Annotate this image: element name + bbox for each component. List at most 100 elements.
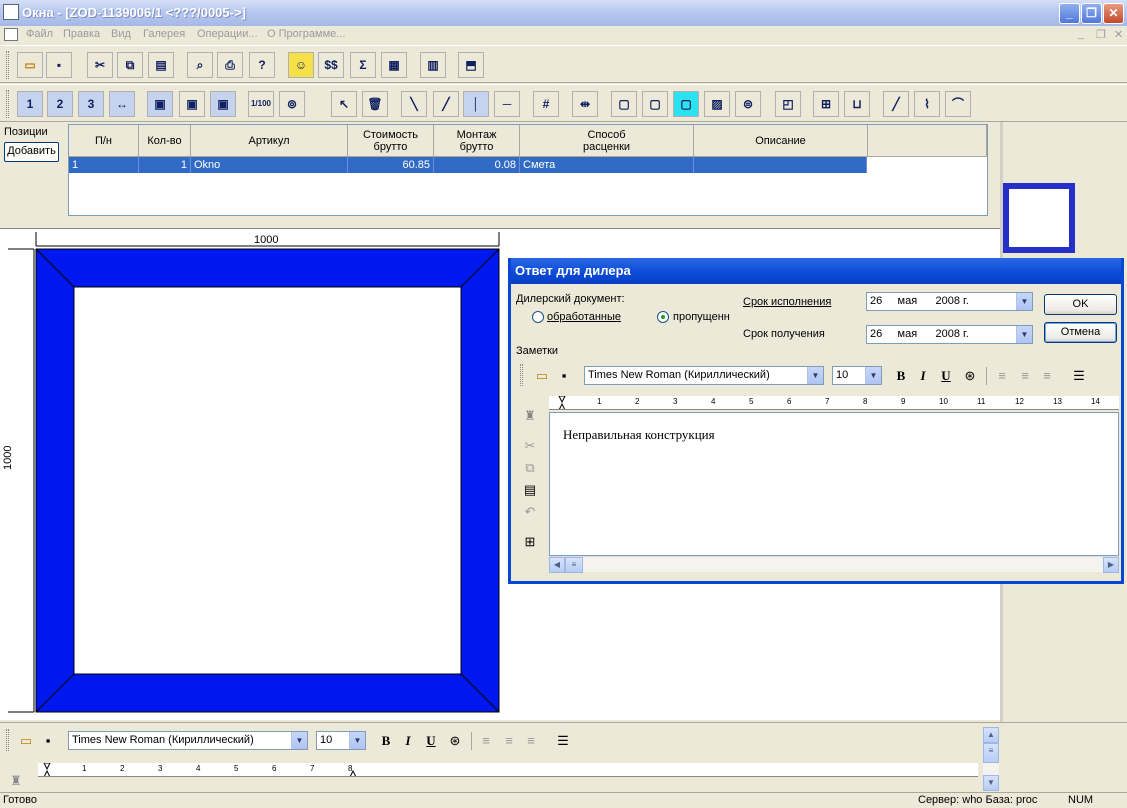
save-icon[interactable]: ▪ xyxy=(554,366,574,386)
align-center-icon[interactable]: ≡ xyxy=(1015,366,1035,386)
minimize-button[interactable]: _ xyxy=(1059,3,1080,24)
chevron-down-icon[interactable]: ▼ xyxy=(865,367,881,384)
open-folder-icon[interactable]: ▭ xyxy=(16,731,36,751)
col-qty[interactable]: Кол-во xyxy=(139,125,191,157)
image-icon[interactable]: ◰ xyxy=(775,91,801,117)
undo-icon[interactable]: ↶ xyxy=(520,502,540,522)
scroll-right-button[interactable]: ▶ xyxy=(1103,557,1119,573)
frame-a-icon[interactable]: ▢ xyxy=(611,91,637,117)
radio-processed-label[interactable]: обработанные xyxy=(547,311,621,323)
menu-gallery[interactable]: Галерея xyxy=(143,28,185,40)
layout-c-icon[interactable]: ▣ xyxy=(210,91,236,117)
radio-skipped-label[interactable]: пропущенн xyxy=(673,311,730,323)
mdi-restore-button[interactable]: ❐ xyxy=(1096,28,1106,41)
deadline-date-picker[interactable]: 26 мая 2008 г. ▼ xyxy=(866,292,1033,311)
bottom-ruler[interactable]: 1 2 3 4 5 6 7 8 xyxy=(38,763,978,777)
mdi-doc-icon[interactable] xyxy=(4,28,18,41)
bottom-vscroll[interactable]: ▲ ≡ ▼ xyxy=(983,727,999,791)
chevron-down-icon[interactable]: ▼ xyxy=(1016,293,1032,310)
scroll-thumb[interactable]: ≡ xyxy=(983,743,999,763)
align-right-icon[interactable]: ≡ xyxy=(1037,366,1057,386)
hatch-icon[interactable]: ▨ xyxy=(704,91,730,117)
preview-icon[interactable]: ⌕ xyxy=(187,52,213,78)
col-description[interactable]: Описание xyxy=(694,125,868,157)
mdi-close-button[interactable]: ✕ xyxy=(1114,28,1123,41)
frame-b-icon[interactable]: ▢ xyxy=(642,91,668,117)
layout-a-icon[interactable]: ▣ xyxy=(147,91,173,117)
sum-icon[interactable]: Σ xyxy=(350,52,376,78)
menu-operations[interactable]: Операции... xyxy=(197,28,258,40)
toolbar-grip-3[interactable] xyxy=(520,364,523,386)
receive-date-picker[interactable]: 26 мая 2008 г. ▼ xyxy=(866,325,1033,344)
measure-icon[interactable]: ⊞ xyxy=(813,91,839,117)
bottom-font-size-select[interactable]: 10 ▼ xyxy=(316,731,366,750)
view-2-button[interactable]: 2 xyxy=(47,91,73,117)
maximize-button[interactable]: ❐ xyxy=(1081,3,1102,24)
font-name-select[interactable]: Times New Roman (Кириллический) ▼ xyxy=(584,366,824,385)
calc-icon[interactable]: ▥ xyxy=(420,52,446,78)
toolbar-grip-2[interactable] xyxy=(6,90,9,118)
bullets-icon[interactable]: ☰ xyxy=(553,731,573,751)
align-left-icon[interactable]: ≡ xyxy=(992,366,1012,386)
notes-hscroll[interactable]: ◀ ≡ ▶ xyxy=(549,556,1119,573)
window-drawing[interactable] xyxy=(0,228,506,720)
bullets-icon[interactable]: ☰ xyxy=(1069,366,1089,386)
scroll-thumb[interactable]: ≡ xyxy=(565,557,583,573)
align-center-icon[interactable]: ≡ xyxy=(499,731,519,751)
table-row[interactable]: 1 1 Okno 60.85 0.08 Смета xyxy=(69,157,867,173)
col-method[interactable]: Способ расценки xyxy=(520,125,694,157)
line-vertical-icon[interactable]: │ xyxy=(463,91,489,117)
italic-button[interactable]: I xyxy=(398,731,418,751)
open-folder-icon[interactable]: ▭ xyxy=(17,52,43,78)
menu-about[interactable]: О Программе... xyxy=(267,28,345,40)
profile-b-icon[interactable]: ⌇ xyxy=(914,91,940,117)
menu-edit[interactable]: Правка xyxy=(63,28,100,40)
cut-icon[interactable]: ✂ xyxy=(520,436,540,456)
bottom-font-name-select[interactable]: Times New Roman (Кириллический) ▼ xyxy=(68,731,308,750)
find-icon[interactable]: ♜ xyxy=(520,406,540,426)
ok-button[interactable]: OK xyxy=(1044,294,1117,315)
chevron-down-icon[interactable]: ▼ xyxy=(1016,326,1032,343)
toolbar-grip[interactable] xyxy=(6,51,9,79)
app-icon[interactable] xyxy=(3,4,19,20)
line-diag2-icon[interactable]: ╱ xyxy=(433,91,459,117)
view-1-button[interactable]: 1 xyxy=(17,91,43,117)
scroll-up-button[interactable]: ▲ xyxy=(983,727,999,743)
col-cost[interactable]: Стоимость брутто xyxy=(348,125,434,157)
frame-c-icon[interactable]: ▢ xyxy=(673,91,699,117)
color-icon[interactable]: ⊛ xyxy=(445,731,465,751)
profile-c-icon[interactable]: ⌒ xyxy=(945,91,971,117)
weight-icon[interactable]: ⊚ xyxy=(279,91,305,117)
resize-icon[interactable]: ⇹ xyxy=(572,91,598,117)
help-icon[interactable]: ? xyxy=(249,52,275,78)
toolbar-grip-4[interactable] xyxy=(6,729,9,751)
col-pn[interactable]: П/н xyxy=(69,125,139,157)
trash-icon[interactable]: 🗑 xyxy=(362,91,388,117)
positions-grid[interactable]: П/н Кол-во Артикул Стоимость брутто Монт… xyxy=(68,124,988,216)
font-size-select[interactable]: 10 ▼ xyxy=(832,366,882,385)
dialog-title[interactable]: Ответ для дилера xyxy=(511,258,1121,284)
dollar-icon[interactable]: $$ xyxy=(318,52,344,78)
close-button[interactable]: ✕ xyxy=(1103,3,1124,24)
menu-view[interactable]: Вид xyxy=(111,28,131,40)
save-icon[interactable]: ▪ xyxy=(38,731,58,751)
sill-icon[interactable]: ⊔ xyxy=(844,91,870,117)
chevron-down-icon[interactable]: ▼ xyxy=(349,732,365,749)
line-diag-icon[interactable]: ╲ xyxy=(401,91,427,117)
chevron-down-icon[interactable]: ▼ xyxy=(807,367,823,384)
scroll-left-button[interactable]: ◀ xyxy=(549,557,565,573)
underline-button[interactable]: U xyxy=(421,731,441,751)
underline-button[interactable]: U xyxy=(936,366,956,386)
chevron-down-icon[interactable]: ▼ xyxy=(291,732,307,749)
bold-button[interactable]: B xyxy=(891,366,911,386)
paste-icon[interactable]: ▤ xyxy=(148,52,174,78)
line-horizontal-icon[interactable]: ─ xyxy=(494,91,520,117)
paste-icon[interactable]: ▤ xyxy=(520,480,540,500)
menu-file[interactable]: Файл xyxy=(26,28,53,40)
save-icon[interactable]: ▪ xyxy=(46,52,72,78)
radio-skipped[interactable] xyxy=(657,311,669,323)
copy-icon[interactable]: ⧉ xyxy=(520,458,540,478)
bold-button[interactable]: B xyxy=(376,731,396,751)
insert-object-icon[interactable]: ⊞ xyxy=(520,532,540,552)
scroll-down-button[interactable]: ▼ xyxy=(983,775,999,791)
